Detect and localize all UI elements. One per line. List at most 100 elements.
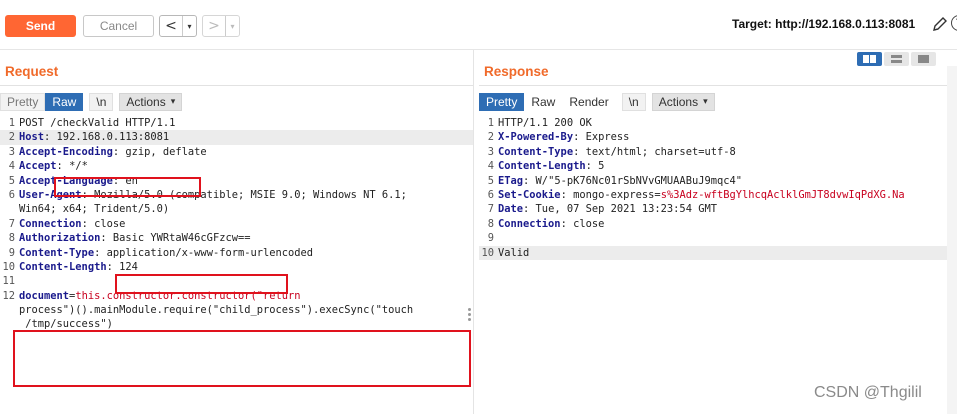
response-actions-label: Actions (658, 95, 699, 109)
code-line: 7 Date: Tue, 07 Sep 2021 13:23:54 GMT (479, 202, 947, 216)
response-header-divider (479, 85, 957, 86)
host-highlight-box (54, 177, 201, 197)
line-content: Content-Length: 5 (498, 159, 947, 173)
line-number: 5 (487, 174, 494, 187)
line-number: 8 (8, 232, 15, 245)
line-number: 1 (487, 117, 494, 129)
header-value: W/"5-pK76Nc01rSbNVvGMUAABuJ9mqc4" (529, 174, 742, 187)
response-scrollbar[interactable] (947, 66, 957, 414)
request-tab-raw[interactable]: Raw (45, 93, 84, 111)
response-actions-dropdown[interactable]: Actions ▾ (651, 93, 715, 111)
code-line: 9 (479, 231, 947, 245)
cancel-button[interactable]: Cancel (83, 15, 154, 37)
line-content: process")().mainModule.require("child_pr… (19, 303, 473, 317)
toolbar: Send Cancel < ▾ > ▾ Target: http://192.1… (0, 0, 957, 50)
line-content: POST /checkValid HTTP/1.1 (19, 116, 473, 130)
response-tab-newline[interactable]: \n (621, 93, 646, 111)
code-line: 10 Content-Length: 124 (0, 260, 473, 274)
line-number: 12 (2, 289, 15, 302)
response-tab-pretty[interactable]: Pretty (479, 93, 525, 111)
forward-history-dropdown-icon[interactable]: ▾ (225, 16, 239, 36)
pencil-icon[interactable] (930, 14, 950, 34)
response-tab-raw[interactable]: Raw (524, 93, 562, 111)
request-actions-dropdown[interactable]: Actions ▾ (119, 93, 183, 111)
code-line: 1 HTTP/1.1 200 OK (479, 116, 947, 130)
line-content: Accept: */* (19, 159, 473, 173)
header-value: close (566, 217, 605, 230)
back-nav-group: < ▾ (159, 15, 197, 37)
header-name: ETag (498, 174, 524, 187)
line-content: HTTP/1.1 200 OK (498, 116, 947, 130)
code-line: 2 Host: 192.168.0.113:8081 (0, 130, 473, 145)
watermark: CSDN @Thgilil (814, 384, 922, 401)
header-value: Tue, 07 Sep 2021 13:23:54 GMT (529, 203, 717, 216)
code-line: 8 Authorization: Basic YWRtaW46cGFzcw== (0, 231, 473, 245)
line-number: 6 (487, 188, 494, 201)
code-line: 10 Valid (479, 245, 947, 260)
authorization-highlight-box (115, 274, 288, 294)
line-number: 9 (8, 246, 15, 259)
back-history-dropdown-icon[interactable]: ▾ (182, 16, 196, 36)
line-content: Win64; x64; Trident/5.0) (19, 202, 473, 216)
line-number: 10 (481, 246, 494, 259)
line-number: 10 (2, 260, 15, 273)
line-number: 2 (487, 131, 494, 144)
help-icon[interactable]: ? (951, 15, 957, 31)
response-tab-render[interactable]: Render (562, 93, 615, 111)
line-content: Valid (498, 246, 947, 260)
code-line: 3 Content-Type: text/html; charset=utf-8 (479, 145, 947, 159)
header-value: Express (579, 131, 630, 144)
line-text: process")().mainModule.require("child_pr… (19, 304, 414, 317)
line-number: 3 (487, 145, 494, 158)
line-content: Date: Tue, 07 Sep 2021 13:23:54 GMT (498, 202, 947, 216)
code-line: 8 Connection: close (479, 217, 947, 231)
code-line: 2 X-Powered-By: Express (479, 130, 947, 144)
header-name: Content-Type (19, 246, 95, 259)
line-number: 1 (8, 117, 15, 129)
request-tabbar: Pretty Raw \n Actions ▾ (0, 92, 183, 112)
single-layout-icon[interactable] (911, 52, 936, 66)
header-value: 124 (112, 260, 138, 273)
response-tabbar: Pretty Raw Render \n Actions ▾ (479, 92, 715, 112)
code-line: 6 Set-Cookie: mongo-express=s%3Adz-wftBgY… (479, 188, 947, 202)
request-tab-newline[interactable]: \n (89, 93, 114, 111)
header-name: Content-Length (498, 160, 586, 173)
line-content: X-Powered-By: Express (498, 130, 947, 144)
header-name: Accept-Encoding (19, 145, 113, 158)
header-name: Connection (498, 217, 561, 230)
code-line: 5 ETag: W/"5-pK76Nc01rSbNVvGMUAABuJ9mqc4" (479, 174, 947, 188)
request-actions-label: Actions (126, 95, 166, 109)
header-value: 5 (591, 160, 605, 173)
forward-nav-group: > ▾ (202, 15, 240, 37)
header-name: Connection (19, 217, 82, 230)
code-line: 4 Accept: */* (0, 159, 473, 173)
response-editor[interactable]: 1 HTTP/1.1 200 OK 2 X-Powered-By: Express 3 C… (479, 116, 947, 414)
code-line: 7 Connection: close (0, 217, 473, 231)
header-value: */* (62, 160, 88, 173)
stacked-layout-icon[interactable] (884, 52, 909, 66)
header-name: Set-Cookie (498, 188, 561, 201)
header-value: Basic YWRtaW46cGFzcw== (106, 232, 251, 245)
side-by-side-layout-icon[interactable] (857, 52, 882, 66)
send-button[interactable]: Send (5, 15, 76, 37)
line-content: Set-Cookie: mongo-express=s%3Adz-wftBgYl… (498, 188, 947, 202)
back-arrow-icon[interactable]: < (160, 16, 182, 36)
header-value: 192.168.0.113:8081 (50, 131, 170, 144)
line-number: 8 (487, 217, 494, 230)
forward-arrow-icon[interactable]: > (203, 16, 225, 36)
target-label: Target: http://192.168.0.113:8081 (732, 17, 916, 31)
line-content: Content-Type: application/x-www-form-url… (19, 246, 473, 260)
header-name: Authorization (19, 232, 101, 245)
request-tab-pretty[interactable]: Pretty (0, 93, 46, 111)
line-content: Accept-Encoding: gzip, deflate (19, 145, 473, 159)
header-name: Host (19, 131, 45, 144)
chevron-down-icon: ▾ (170, 97, 176, 107)
line-number: 11 (2, 275, 15, 288)
header-name: X-Powered-By (498, 131, 574, 144)
code-line: 4 Content-Length: 5 (479, 159, 947, 173)
line-number: 5 (8, 174, 15, 187)
line-number: 4 (8, 160, 15, 173)
line-content: ETag: W/"5-pK76Nc01rSbNVvGMUAABuJ9mqc4" (498, 174, 947, 188)
payload-highlight-box (13, 330, 471, 387)
splitter-handle-icon[interactable] (468, 308, 472, 322)
